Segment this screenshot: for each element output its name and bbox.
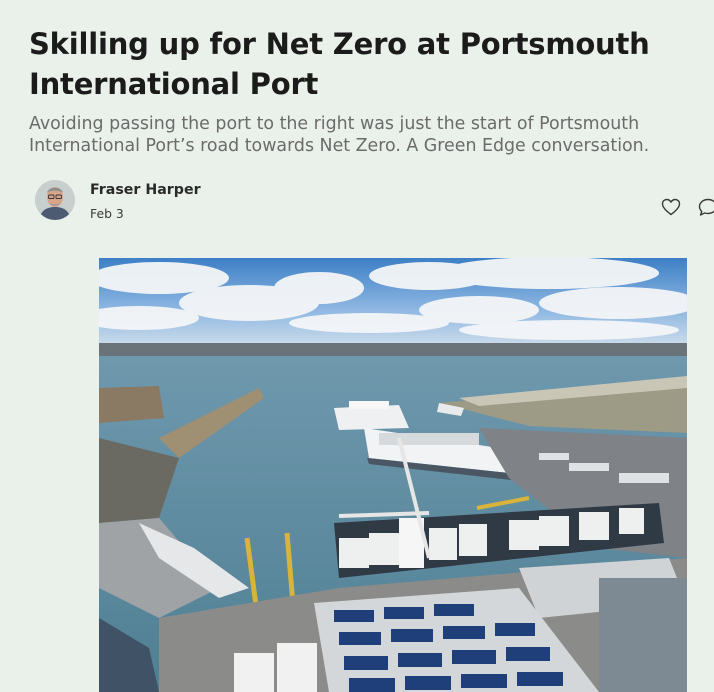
avatar-portrait (35, 180, 75, 220)
article-subtitle: Avoiding passing the port to the right w… (29, 114, 650, 156)
comment-icon (698, 198, 714, 216)
author-name[interactable]: Fraser Harper (90, 182, 201, 198)
publish-date: Feb 3 (90, 206, 124, 221)
comment-button[interactable] (697, 196, 714, 218)
port-aerial-photo (99, 258, 687, 692)
like-button[interactable] (660, 196, 682, 218)
author-avatar[interactable] (35, 180, 75, 220)
heart-icon (661, 198, 681, 216)
article-title: Skilling up for Net Zero at Portsmouth I… (29, 27, 650, 101)
hero-image[interactable] (99, 258, 687, 692)
